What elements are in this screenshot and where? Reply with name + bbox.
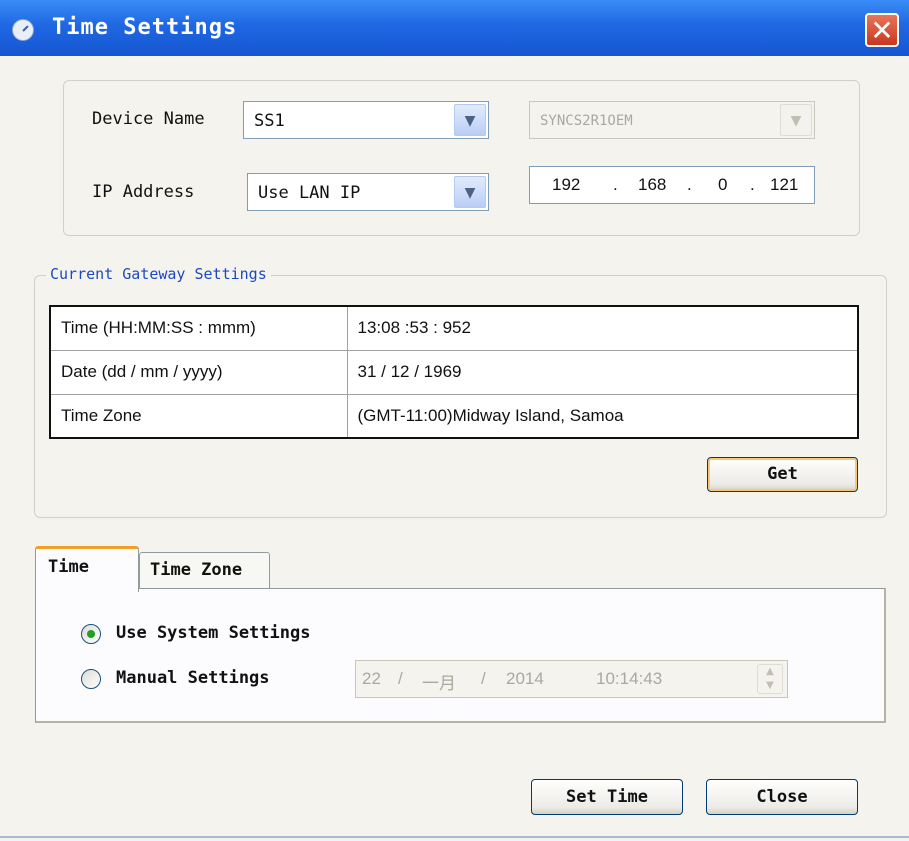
ip-octet-1[interactable]: 192 (552, 175, 580, 195)
manual-settings-radio[interactable] (81, 669, 101, 689)
gateway-legend: Current Gateway Settings (46, 265, 271, 283)
gateway-table: Time (HH:MM:SS : mmm) 13:08 :53 : 952 Da… (49, 305, 859, 439)
ip-address-field[interactable]: 192 . 168 . 0 . 121 (529, 166, 815, 204)
close-button[interactable]: Close (706, 779, 858, 815)
gateway-value: (GMT-11:00)Midway Island, Samoa (346, 393, 859, 439)
gateway-key: Date (dd / mm / yyyy) (49, 349, 348, 395)
table-row: Date (dd / mm / yyyy) 31 / 12 / 1969 (49, 349, 859, 395)
ip-mode-select[interactable]: Use LAN IP ▼ (247, 173, 489, 211)
table-row: Time (HH:MM:SS : mmm) 13:08 :53 : 952 (49, 305, 859, 351)
ip-mode-value: Use LAN IP (258, 183, 361, 203)
ip-octet-3[interactable]: 0 (718, 175, 727, 195)
clock-icon (12, 19, 34, 41)
get-button[interactable]: Get (707, 457, 858, 492)
gateway-value: 31 / 12 / 1969 (346, 349, 859, 395)
chevron-down-icon: ▼ (780, 104, 812, 136)
ip-octet-2[interactable]: 168 (638, 175, 666, 195)
window-bottom-border (0, 836, 909, 838)
manual-year: 2014 (506, 669, 544, 688)
tab-time-zone[interactable]: Time Zone (139, 552, 270, 588)
manual-month: 一月 (422, 674, 456, 693)
chevron-down-icon[interactable]: ▼ (454, 104, 486, 136)
ip-octet-4[interactable]: 121 (770, 175, 798, 195)
manual-time: 10:14:43 (596, 669, 663, 688)
close-icon[interactable]: ✕ (865, 13, 899, 47)
set-time-button[interactable]: Set Time (531, 779, 683, 815)
manual-settings-label[interactable]: Manual Settings (116, 668, 270, 688)
device-name-select[interactable]: SS1 ▼ (243, 101, 489, 139)
device-model-select: SYNCS2R1OEM ▼ (529, 101, 815, 139)
device-name-label: Device Name (92, 109, 205, 129)
time-tab-panel: Use System Settings Manual Settings (35, 588, 886, 723)
table-row: Time Zone (GMT-11:00)Midway Island, Samo… (49, 393, 859, 439)
gateway-key: Time Zone (49, 393, 348, 439)
gateway-value: 13:08 :53 : 952 (346, 305, 859, 351)
chevron-down-icon[interactable]: ▼ (454, 176, 486, 208)
gateway-key: Time (HH:MM:SS : mmm) (49, 305, 348, 351)
title-bar[interactable]: Time Settings ✕ (0, 0, 909, 56)
manual-datetime-picker: 22 / 一月 / 2014 10:14:43 ▲ ▼ (355, 660, 788, 698)
window-title: Time Settings (52, 15, 238, 40)
device-model-value: SYNCS2R1OEM (540, 113, 633, 129)
use-system-settings-label[interactable]: Use System Settings (116, 623, 310, 643)
use-system-settings-radio[interactable] (81, 624, 101, 644)
time-settings-window: Time Settings ✕ Device Name SS1 ▼ SYNCS2… (0, 0, 909, 841)
tab-time[interactable]: Time (35, 546, 139, 592)
manual-day: 22 (362, 669, 381, 688)
device-name-value: SS1 (254, 111, 285, 131)
spin-icon: ▲ ▼ (757, 664, 783, 694)
ip-address-label: IP Address (92, 182, 195, 202)
